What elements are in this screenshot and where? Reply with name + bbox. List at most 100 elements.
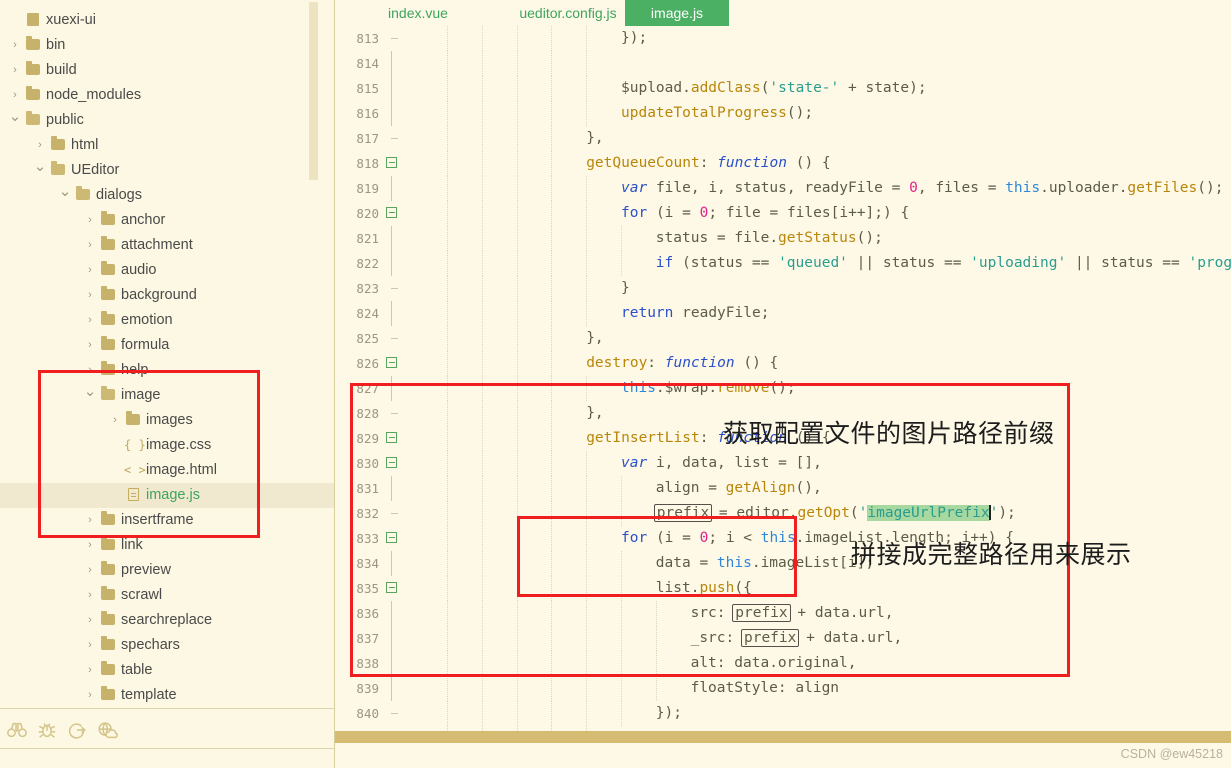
- tree-item-html[interactable]: › html: [0, 133, 334, 158]
- code-line[interactable]: 821 status = file.getStatus();: [335, 226, 1231, 251]
- code-line[interactable]: 819 var file, i, status, readyFile = 0, f…: [335, 176, 1231, 201]
- run-arrow-icon[interactable]: [66, 719, 88, 741]
- chevron-right-icon[interactable]: ›: [83, 558, 97, 583]
- chevron-right-icon[interactable]: ›: [83, 683, 97, 708]
- chevron-down-icon[interactable]: ⌄: [8, 108, 22, 126]
- sidebar-scrollbar-thumb[interactable]: [309, 2, 318, 180]
- code-line[interactable]: 830 var i, data, list = [],: [335, 451, 1231, 476]
- tree-item-label: scrawl: [121, 587, 163, 603]
- chevron-right-icon[interactable]: ›: [83, 233, 97, 258]
- fold-toggle-icon[interactable]: [386, 357, 397, 368]
- tree-item-ueditor[interactable]: ⌄ UEditor: [0, 158, 334, 183]
- code-line[interactable]: 827 this.$wrap.remove();: [335, 376, 1231, 401]
- fold-toggle-icon[interactable]: [386, 157, 397, 168]
- chevron-right-icon[interactable]: ›: [83, 633, 97, 658]
- tree-item-images[interactable]: › images: [0, 408, 334, 433]
- fold-toggle-icon[interactable]: [386, 207, 397, 218]
- tree-item-searchreplace[interactable]: › searchreplace: [0, 608, 334, 633]
- tree-item-label: link: [121, 537, 143, 553]
- indent-guide: [551, 601, 553, 626]
- tab-index-vue[interactable]: index.vue: [353, 0, 483, 26]
- globe-cloud-icon[interactable]: [96, 719, 118, 741]
- tree-item-insertframe[interactable]: › insertframe: [0, 508, 334, 533]
- code-line[interactable]: 826 destroy: function () {: [335, 351, 1231, 376]
- chevron-right-icon[interactable]: ›: [83, 208, 97, 233]
- tree-item-bin[interactable]: › bin: [0, 33, 334, 58]
- tree-item-xuexi-ui[interactable]: xuexi-ui: [0, 8, 334, 33]
- tab-image-js[interactable]: image.js: [625, 0, 729, 26]
- code-line[interactable]: 840});: [335, 701, 1231, 726]
- code-content[interactable]: 813}); 814 815 $upload.addClass('state-' + …: [335, 26, 1231, 768]
- code-line[interactable]: 813});: [335, 26, 1231, 51]
- tree-item-attachment[interactable]: › attachment: [0, 233, 334, 258]
- tree-item-image-css[interactable]: { } image.css: [0, 433, 334, 458]
- code-text: },: [586, 130, 604, 146]
- bug-icon[interactable]: [36, 719, 58, 741]
- code-line[interactable]: 818 getQueueCount: function () {: [335, 151, 1231, 176]
- tree-item-link[interactable]: › link: [0, 533, 334, 558]
- chevron-right-icon[interactable]: ›: [8, 58, 22, 83]
- fold-toggle-icon[interactable]: [386, 432, 397, 443]
- code-line[interactable]: 832 prefix = editor.getOpt('imageUrlPrefi…: [335, 501, 1231, 526]
- binoculars-icon[interactable]: [6, 719, 28, 741]
- code-line[interactable]: 837 _src: prefix + data.url,: [335, 626, 1231, 651]
- code-line[interactable]: 824 return readyFile;: [335, 301, 1231, 326]
- fold-toggle-icon[interactable]: [386, 457, 397, 468]
- chevron-down-icon[interactable]: ⌄: [83, 383, 97, 401]
- chevron-down-icon[interactable]: ⌄: [33, 158, 47, 176]
- code-line[interactable]: 831 align = getAlign(),: [335, 476, 1231, 501]
- chevron-down-icon[interactable]: ⌄: [58, 183, 72, 201]
- tree-item-anchor[interactable]: › anchor: [0, 208, 334, 233]
- tree-item-preview[interactable]: › preview: [0, 558, 334, 583]
- code-line[interactable]: 838 alt: data.original,: [335, 651, 1231, 676]
- chevron-right-icon[interactable]: ›: [83, 283, 97, 308]
- tree-item-spechars[interactable]: › spechars: [0, 633, 334, 658]
- chevron-right-icon[interactable]: ›: [83, 258, 97, 283]
- chevron-right-icon[interactable]: ›: [108, 408, 122, 433]
- code-line[interactable]: 814: [335, 51, 1231, 76]
- code-line[interactable]: 825},: [335, 326, 1231, 351]
- tree-item-image-html[interactable]: < > image.html: [0, 458, 334, 483]
- code-line[interactable]: 817},: [335, 126, 1231, 151]
- chevron-right-icon[interactable]: ›: [8, 83, 22, 108]
- code-line[interactable]: 822 if (status == 'queued' || status == '…: [335, 251, 1231, 276]
- tree-item-template[interactable]: › template: [0, 683, 334, 708]
- indent-guide: [481, 551, 483, 576]
- tree-item-emotion[interactable]: › emotion: [0, 308, 334, 333]
- chevron-right-icon[interactable]: ›: [83, 333, 97, 358]
- chevron-right-icon[interactable]: ›: [8, 33, 22, 58]
- tree-item-help[interactable]: › help: [0, 358, 334, 383]
- chevron-right-icon[interactable]: ›: [83, 308, 97, 333]
- chevron-right-icon[interactable]: ›: [83, 358, 97, 383]
- tree-item-audio[interactable]: › audio: [0, 258, 334, 283]
- tree-item-node-modules[interactable]: › node_modules: [0, 83, 334, 108]
- tree-item-formula[interactable]: › formula: [0, 333, 334, 358]
- tree-item-image[interactable]: ⌄ image: [0, 383, 334, 408]
- code-line[interactable]: 839 floatStyle: align: [335, 676, 1231, 701]
- chevron-right-icon[interactable]: ›: [83, 508, 97, 533]
- fold-toggle-icon[interactable]: [386, 582, 397, 593]
- code-line[interactable]: 816 updateTotalProgress();: [335, 101, 1231, 126]
- chevron-right-icon[interactable]: ›: [83, 583, 97, 608]
- code-line[interactable]: 820 for (i = 0; file = files[i++];) {: [335, 201, 1231, 226]
- sidebar-scrollbar-track[interactable]: [309, 0, 326, 768]
- tree-item-image-js[interactable]: image.js: [0, 483, 334, 508]
- tree-item-background[interactable]: › background: [0, 283, 334, 308]
- code-line[interactable]: 835 list.push({: [335, 576, 1231, 601]
- tree-item-dialogs[interactable]: ⌄ dialogs: [0, 183, 334, 208]
- indent-guide: [516, 626, 518, 651]
- code-line[interactable]: 836 src: prefix + data.url,: [335, 601, 1231, 626]
- chevron-right-icon[interactable]: ›: [83, 658, 97, 683]
- chevron-right-icon[interactable]: ›: [33, 133, 47, 158]
- tree-item-table[interactable]: › table: [0, 658, 334, 683]
- chevron-right-icon[interactable]: ›: [83, 608, 97, 633]
- tree-item-build[interactable]: › build: [0, 58, 334, 83]
- code-line[interactable]: 823}: [335, 276, 1231, 301]
- horizontal-scrollbar[interactable]: [335, 731, 1231, 743]
- tree-item-scrawl[interactable]: › scrawl: [0, 583, 334, 608]
- code-line[interactable]: 815 $upload.addClass('state-' + state);: [335, 76, 1231, 101]
- tree-item-public[interactable]: ⌄ public: [0, 108, 334, 133]
- line-number: 839: [356, 681, 379, 696]
- fold-toggle-icon[interactable]: [386, 532, 397, 543]
- chevron-right-icon[interactable]: ›: [83, 533, 97, 558]
